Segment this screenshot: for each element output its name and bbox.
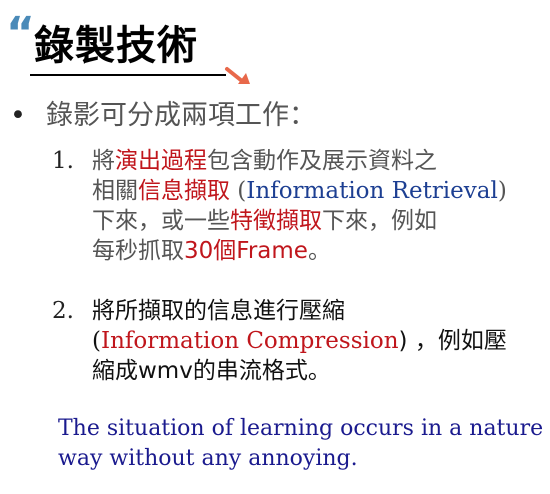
- arrow-icon: [225, 67, 250, 84]
- slide-title: 錄製技術: [34, 23, 198, 69]
- bullet-text: 錄影可分成兩項工作：: [46, 100, 316, 131]
- item-number: 2.: [52, 298, 74, 324]
- item-line: 縮成wmv的串流格式。: [92, 356, 532, 386]
- item-text-segment: 相關: [92, 178, 138, 204]
- item-text-segment: ) ，例如壓: [398, 328, 507, 354]
- item-text-segment: ): [497, 178, 507, 204]
- item-text-segment: 。: [307, 238, 331, 264]
- bullet-marker: •: [10, 100, 26, 131]
- footer-line: The situation of learning occurs in a na…: [58, 416, 544, 441]
- item-body: 將演出過程包含動作及展示資料之 相關信息擷取 (Information Retri…: [92, 146, 532, 266]
- item-body: 將所擷取的信息進行壓縮 (Information Compression) ，例如…: [92, 296, 532, 386]
- item-line: 下來，或一些特徵擷取下來，例如: [92, 206, 532, 236]
- item-text-segment: 下來，例如: [322, 208, 437, 234]
- footer-line: way without any annoying.: [58, 446, 358, 471]
- title-underline: [30, 74, 226, 76]
- item-number: 1.: [52, 148, 74, 174]
- footer-note: The situation of learning occurs in a na…: [58, 414, 544, 474]
- item-text-segment: 演出過程: [115, 148, 207, 174]
- item-text-segment: 信息擷取: [138, 178, 230, 204]
- item-text-segment: (: [92, 328, 101, 354]
- item-line: 將所擷取的信息進行壓縮: [92, 296, 532, 326]
- item-text-segment: 將所擷取的信息進行壓縮: [92, 298, 345, 324]
- item-line: 每秒抓取30個Frame。: [92, 236, 532, 266]
- item-text-segment: 將: [92, 148, 115, 174]
- bullet-item: • 錄影可分成兩項工作：: [10, 100, 316, 132]
- item-text-segment: Information Retrieval: [246, 178, 498, 204]
- item-text-segment: 特徵擷取: [230, 208, 322, 234]
- quote-icon: “: [6, 8, 35, 59]
- item-line: 將演出過程包含動作及展示資料之: [92, 146, 532, 176]
- item-text-segment: 30個Frame: [184, 238, 308, 264]
- item-text-segment: 下來，或一些: [92, 208, 230, 234]
- item-text-segment: Information Compression: [100, 328, 399, 354]
- item-text-segment: 每秒抓取: [92, 238, 184, 264]
- item-line: 相關信息擷取 (Information Retrieval): [92, 176, 532, 206]
- item-text-segment: 包含動作及展示資料之: [207, 148, 437, 174]
- item-text-segment: (: [230, 178, 247, 204]
- item-line: (Information Compression) ，例如壓: [92, 326, 532, 356]
- item-text-segment: 縮成wmv的串流格式。: [92, 358, 331, 384]
